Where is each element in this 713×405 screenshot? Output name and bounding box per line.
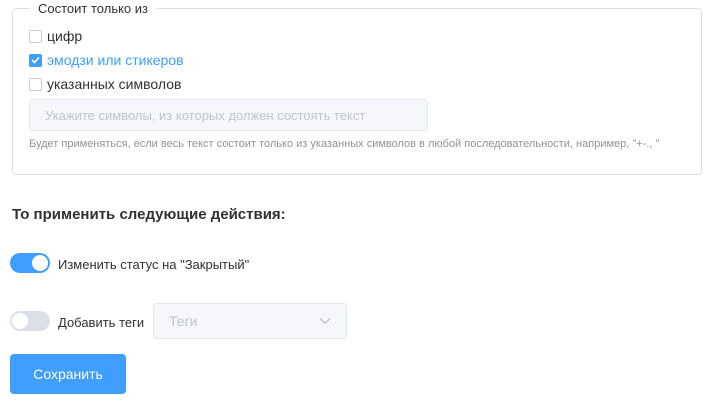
symbols-input[interactable] [29, 99, 428, 131]
switch-knob [12, 313, 28, 329]
digits-label[interactable]: цифр [47, 28, 82, 44]
check-icon [31, 56, 40, 64]
emoji-checkbox[interactable] [29, 53, 42, 67]
digits-checkbox[interactable] [29, 29, 42, 43]
save-button[interactable]: Сохранить [10, 354, 126, 394]
emoji-label[interactable]: эмодзи или стикеров [47, 52, 184, 68]
option-specified-symbols[interactable]: указанных символов [29, 75, 181, 93]
tags-select-placeholder: Теги [169, 313, 198, 329]
chevron-down-icon [319, 318, 331, 325]
add-tags-switch[interactable] [10, 311, 50, 331]
change-status-switch[interactable] [10, 253, 50, 273]
fieldset-legend: Состоит только из [30, 1, 156, 17]
specified-symbols-checkbox[interactable] [29, 77, 42, 91]
change-status-label: Изменить статус на "Закрытый" [58, 257, 250, 272]
switch-knob [32, 255, 48, 271]
specified-symbols-label[interactable]: указанных символов [47, 76, 181, 92]
hint-text: Будет применяться, если весь текст состо… [29, 138, 660, 150]
actions-title: То применить следующие действия: [12, 206, 286, 223]
add-tags-label: Добавить теги [58, 315, 145, 330]
option-digits[interactable]: цифр [29, 27, 82, 45]
tags-select[interactable]: Теги [153, 303, 347, 339]
option-emoji[interactable]: эмодзи или стикеров [29, 51, 184, 69]
